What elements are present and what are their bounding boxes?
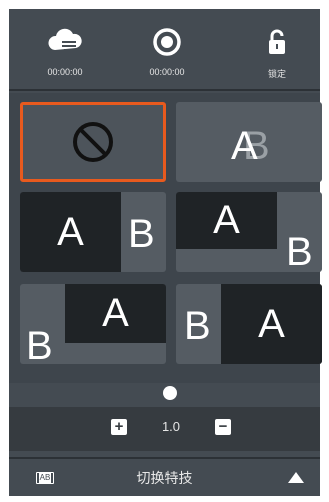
cloud-sync-time: 00:00:00	[47, 67, 83, 77]
switch-effects-panel: 00:00:00 00:00:00 锁定 B A A B A B A B B A…	[9, 9, 322, 496]
zoom-out-button[interactable]: −	[215, 419, 231, 435]
split-b-left-letter: B	[184, 304, 211, 348]
bottom-bar[interactable]: AB 切换特技	[9, 457, 320, 496]
cloud-sync-icon	[25, 27, 105, 57]
effects-grid: B A A B A B A B B A	[9, 93, 322, 383]
top-toolbar: 00:00:00 00:00:00 锁定	[9, 9, 320, 91]
lock-control[interactable]: 锁定	[237, 9, 317, 89]
split-a-right-block: A	[221, 284, 322, 364]
bottom-bar-title: 切换特技	[136, 470, 193, 486]
zoom-bar: + 1.0 −	[9, 407, 320, 451]
zoom-in-button[interactable]: +	[111, 419, 127, 435]
effect-a-topleft-tile[interactable]: A B	[176, 192, 322, 272]
zoom-value: 1.0	[161, 419, 181, 434]
bottomleft-b-letter: B	[26, 324, 53, 364]
lock-label: 锁定	[267, 69, 286, 79]
topright-a-block: A	[65, 284, 166, 343]
bottomright-b-letter: B	[286, 230, 313, 272]
effect-split-a-left-tile[interactable]: A B	[20, 192, 166, 272]
prohibit-icon	[73, 122, 113, 162]
topleft-a-block: A	[176, 192, 277, 249]
effect-split-a-right-tile[interactable]: B A	[176, 284, 322, 364]
effect-a-topright-tile[interactable]: A B	[20, 284, 166, 364]
expand-arrow-icon[interactable]	[288, 472, 304, 483]
split-a-block: A	[20, 192, 121, 272]
split-b-letter: B	[128, 212, 155, 256]
cloud-sync-control[interactable]: 00:00:00	[25, 9, 105, 89]
record-icon	[127, 27, 207, 57]
overlap-a-letter: A	[231, 124, 258, 168]
record-time: 00:00:00	[149, 67, 185, 77]
effect-none-tile[interactable]	[20, 102, 166, 182]
page-indicator-dot	[163, 386, 177, 400]
record-control[interactable]: 00:00:00	[127, 9, 207, 89]
effect-overlap-tile[interactable]: B A	[176, 102, 322, 182]
unlock-icon	[237, 27, 317, 57]
